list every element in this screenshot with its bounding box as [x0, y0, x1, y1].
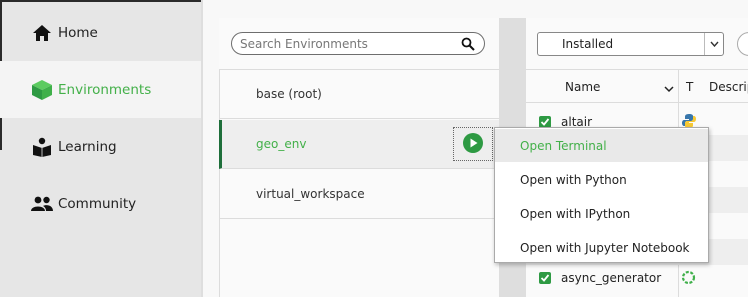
sidebar-item-environments[interactable]: Environments — [0, 61, 201, 118]
column-header-name[interactable]: Name — [565, 80, 600, 94]
menu-item-open-with-ipython[interactable]: Open with IPython — [495, 197, 708, 230]
chevron-down-icon[interactable] — [664, 82, 674, 93]
sidebar-item-label: Learning — [58, 138, 117, 155]
environment-name: base (root) — [256, 87, 322, 101]
package-checkbox[interactable] — [539, 272, 551, 284]
loading-ring-icon — [681, 270, 696, 288]
sidebar-item-label: Environments — [58, 81, 152, 98]
play-icon — [463, 132, 483, 156]
menu-item-open-with-python[interactable]: Open with Python — [495, 163, 708, 196]
menu-item-label: Open Terminal — [520, 138, 607, 153]
environment-context-menu: Open Terminal Open with Python Open with… — [494, 127, 709, 263]
menu-item-open-terminal[interactable]: Open Terminal — [495, 129, 708, 162]
sidebar-item-label: Home — [58, 24, 98, 41]
package-filter-value: Installed — [562, 37, 614, 51]
menu-item-label: Open with IPython — [520, 206, 631, 221]
chevron-down-icon — [704, 33, 723, 55]
package-row: async_generator — [526, 265, 748, 291]
sidebar-item-learning[interactable]: Learning — [0, 118, 201, 175]
menu-item-open-with-jupyter-notebook[interactable]: Open with Jupyter Notebook — [495, 231, 708, 264]
people-icon — [31, 193, 53, 215]
checkmark-icon — [540, 274, 550, 282]
menu-item-label: Open with Jupyter Notebook — [520, 240, 690, 255]
environment-item-virtual-workspace[interactable]: virtual_workspace — [219, 170, 499, 219]
environment-item-base-root[interactable]: base (root) — [219, 70, 499, 119]
home-icon — [31, 22, 53, 44]
cube-icon — [31, 79, 53, 101]
package-name: async_generator — [561, 271, 662, 285]
run-environment-button[interactable] — [453, 127, 493, 161]
search-icon[interactable] — [461, 37, 475, 51]
sidebar-item-home[interactable]: Home — [0, 4, 201, 61]
search-environments — [231, 32, 485, 55]
checkmark-icon — [540, 118, 550, 126]
column-header-type[interactable]: T — [686, 80, 693, 94]
search-input[interactable] — [240, 36, 460, 51]
column-header-description[interactable]: Descrip — [709, 80, 748, 94]
sidebar-item-label: Community — [58, 195, 137, 212]
sidebar-top-edge — [0, 0, 201, 2]
environment-name: virtual_workspace — [256, 187, 365, 201]
sidebar-item-community[interactable]: Community — [0, 175, 201, 232]
menu-item-label: Open with Python — [520, 172, 627, 187]
book-reader-icon — [31, 136, 53, 158]
sidebar: Home Environments Learning Community — [0, 0, 201, 297]
environment-name: geo_env — [256, 137, 307, 151]
package-filter-select[interactable]: Installed — [537, 32, 724, 56]
